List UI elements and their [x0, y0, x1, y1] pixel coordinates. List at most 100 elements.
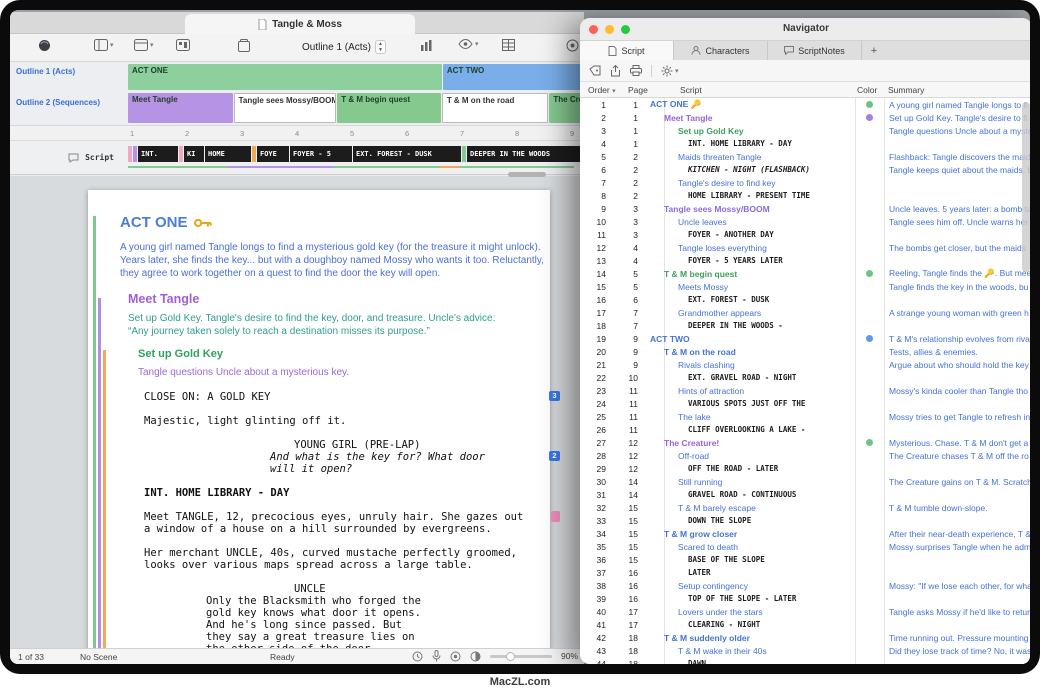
- note-purple[interactable]: Tangle questions Uncle about a mysteriou…: [138, 366, 526, 379]
- print-icon[interactable]: [630, 65, 642, 76]
- navigator-row[interactable]: 72Tangle's desire to find key: [580, 176, 1030, 189]
- tab-script[interactable]: Script: [580, 41, 674, 60]
- outline-bar[interactable]: ACT TWO: [443, 64, 584, 90]
- add-tab-button[interactable]: +: [862, 41, 886, 60]
- navigator-row[interactable]: 2812Off-roadThe Creature chases T & M of…: [580, 449, 1030, 462]
- column-color[interactable]: Color: [857, 85, 877, 95]
- script-block[interactable]: Majestic, light glinting off it.: [144, 415, 556, 427]
- navigator-row[interactable]: 93Tangle sees Mossy/BOOMUncle leaves. 5 …: [580, 202, 1030, 215]
- zoom-window-button[interactable]: [621, 25, 630, 34]
- beat-board-icon[interactable]: [176, 39, 190, 51]
- navigator-row[interactable]: 134FOYER - 5 YEARS LATER: [580, 254, 1030, 267]
- script-page[interactable]: ACT ONEA young girl named Tangle longs t…: [88, 190, 550, 648]
- navigator-row[interactable]: 2712The Creature!Mysterious. Chase. T & …: [580, 436, 1030, 449]
- scene-lane-box[interactable]: KI: [184, 146, 204, 162]
- minimize-window-button[interactable]: [605, 25, 614, 34]
- script-block[interactable]: YOUNG GIRL (PRE-LAP): [144, 439, 556, 451]
- outline-bar[interactable]: T & M begin quest: [337, 93, 441, 123]
- column-summary[interactable]: Summary: [888, 85, 924, 95]
- scene-lane-box[interactable]: FOYE: [257, 146, 289, 162]
- navigator-row[interactable]: 166EXT. FOREST - DUSK: [580, 293, 1030, 306]
- navigator-row[interactable]: 3615BASE OF THE SLOPE: [580, 553, 1030, 566]
- navigator-row[interactable]: 3716LATER: [580, 566, 1030, 579]
- tag-icon[interactable]: [589, 65, 601, 76]
- outline-row1-label[interactable]: Outline 1 (Acts): [16, 67, 75, 76]
- zoom-slider[interactable]: [490, 655, 552, 658]
- revision-badge[interactable]: 3: [549, 391, 560, 401]
- script-block[interactable]: INT. HOME LIBRARY - DAY: [144, 487, 556, 499]
- script-block[interactable]: Only the Blacksmith who forged the gold …: [144, 595, 556, 648]
- navigator-row[interactable]: 2411VARIOUS SPOTS JUST OFF THE: [580, 397, 1030, 410]
- navigator-row[interactable]: 21Meet TangleSet up Gold Key. Tangle's d…: [580, 111, 1030, 124]
- outline-bar[interactable]: Tangle sees Mossy/BOOM: [234, 93, 337, 123]
- script-block[interactable]: UNCLE: [144, 583, 556, 595]
- sub-heading[interactable]: Set up Gold Key: [138, 348, 526, 360]
- scene-lane-box[interactable]: HOME: [205, 146, 251, 162]
- tab-characters[interactable]: Characters: [674, 41, 768, 60]
- navigator-row[interactable]: 4117CLEARING - NIGHT: [580, 618, 1030, 631]
- script-block[interactable]: Meet TANGLE, 12, precocious eyes, unruly…: [144, 511, 556, 535]
- navigator-row[interactable]: 4418DAWN: [580, 657, 1030, 664]
- navigator-row[interactable]: 2210EXT. GRAVEL ROAD - NIGHT: [580, 371, 1030, 384]
- script-block[interactable]: Her merchant UNCLE, 40s, curved mustache…: [144, 547, 556, 571]
- note-blue[interactable]: A young girl named Tangle longs to find …: [120, 241, 556, 280]
- scene-lane-box[interactable]: INT.: [138, 146, 178, 162]
- page-layout-icon[interactable]: ▾: [94, 39, 114, 51]
- record-target-icon[interactable]: [450, 651, 461, 662]
- navigator-row[interactable]: 3315DOWN THE SLOPE: [580, 514, 1030, 527]
- navigator-row[interactable]: 4017Lovers under the starsTangle asks Mo…: [580, 605, 1030, 618]
- note-teal[interactable]: Set up Gold Key. Tangle's desire to find…: [128, 312, 548, 338]
- column-page[interactable]: Page: [628, 85, 648, 95]
- contrast-icon[interactable]: [470, 651, 481, 662]
- outline-row2-label[interactable]: Outline 2 (Sequences): [16, 98, 100, 107]
- navigator-row[interactable]: 199ACT TWOT & M's relationship evolves f…: [580, 332, 1030, 345]
- scene-lane-box[interactable]: FOYER - 5: [290, 146, 352, 162]
- app-tools-icon[interactable]: [38, 39, 51, 52]
- navigator-row[interactable]: 4218T & M suddenly olderTime running out…: [580, 631, 1030, 644]
- navigator-row[interactable]: 62KITCHEN - NIGHT (FLASHBACK)Tangle keep…: [580, 163, 1030, 176]
- panel-resize-handle[interactable]: [508, 172, 546, 177]
- navigator-row[interactable]: 3014Still runningThe Creature gains on T…: [580, 475, 1030, 488]
- navigator-row[interactable]: 11ACT ONE 🔑A young girl named Tangle lon…: [580, 98, 1030, 111]
- navigator-row[interactable]: 3415T & M grow closerAfter their near-de…: [580, 527, 1030, 540]
- navigator-row[interactable]: 3215T & M barely escapeT & M tumble down…: [580, 501, 1030, 514]
- navigator-row[interactable]: 113FOYER - ANOTHER DAY: [580, 228, 1030, 241]
- scene-lane-box[interactable]: DEEPER IN THE WOODS: [467, 146, 584, 162]
- navigator-row[interactable]: 82HOME LIBRARY - PRESENT TIME: [580, 189, 1030, 202]
- navigator-row[interactable]: 3916TOP OF THE SLOPE - LATER: [580, 592, 1030, 605]
- navigator-row[interactable]: 41INT. HOME LIBRARY - DAY: [580, 137, 1030, 150]
- sheet-view-icon[interactable]: [502, 39, 515, 51]
- outline-selector[interactable]: Outline 1 (Acts) ▲▼: [302, 40, 386, 54]
- close-window-button[interactable]: [589, 25, 598, 34]
- navigator-row[interactable]: 187DEEPER IN THE WOODS -: [580, 319, 1030, 332]
- navigator-row[interactable]: 145T & M begin questReeling, Tangle find…: [580, 267, 1030, 280]
- tab-scriptnotes[interactable]: ScriptNotes: [768, 41, 862, 60]
- column-script[interactable]: Script: [680, 85, 702, 95]
- scriptnote-bubble-icon[interactable]: [68, 153, 79, 163]
- script-block[interactable]: And what is the key for? What door will …: [144, 451, 556, 475]
- gear-icon[interactable]: ▾: [661, 65, 679, 77]
- navigator-titlebar[interactable]: Navigator: [580, 18, 1030, 40]
- scene-lane-box[interactable]: EXT. FOREST - DUSK: [353, 146, 461, 162]
- navigator-row[interactable]: 2611CLIFF OVERLOOKING A LAKE -: [580, 423, 1030, 436]
- outline-bar[interactable]: T & M on the road: [442, 93, 549, 123]
- zoom-slider-knob[interactable]: [506, 652, 515, 661]
- column-order[interactable]: Order ▾: [588, 85, 616, 95]
- index-cards-icon[interactable]: [238, 39, 250, 52]
- navigator-row[interactable]: 219Rivals clashingArgue about who should…: [580, 358, 1030, 371]
- outline-stepper-icon[interactable]: ▲▼: [375, 40, 386, 54]
- script-block[interactable]: CLOSE ON: A GOLD KEY3: [144, 391, 556, 403]
- navigator-row[interactable]: 155Meets MossyTangle finds the key in th…: [580, 280, 1030, 293]
- navigator-row[interactable]: 3515Scared to deathMossy surprises Tangl…: [580, 540, 1030, 553]
- navigator-row[interactable]: 103Uncle leavesTangle sees him off. Uncl…: [580, 215, 1030, 228]
- navigator-row[interactable]: 2511The lakeMossy tries to get Tangle to…: [580, 410, 1030, 423]
- seq-heading[interactable]: Meet Tangle: [128, 292, 526, 306]
- view-mode-icon[interactable]: ▾: [134, 39, 154, 51]
- navigator-scrollbar[interactable]: [1022, 102, 1030, 272]
- target-icon[interactable]: [566, 39, 579, 52]
- act-heading[interactable]: ACT ONE: [120, 214, 526, 231]
- navigator-row[interactable]: 2311Hints of attractionMossy's kinda coo…: [580, 384, 1030, 397]
- outline-bar[interactable]: ACT ONE: [128, 64, 442, 90]
- navigator-row[interactable]: 52Maids threaten TangleFlashback: Tangle…: [580, 150, 1030, 163]
- export-share-icon[interactable]: [610, 65, 621, 77]
